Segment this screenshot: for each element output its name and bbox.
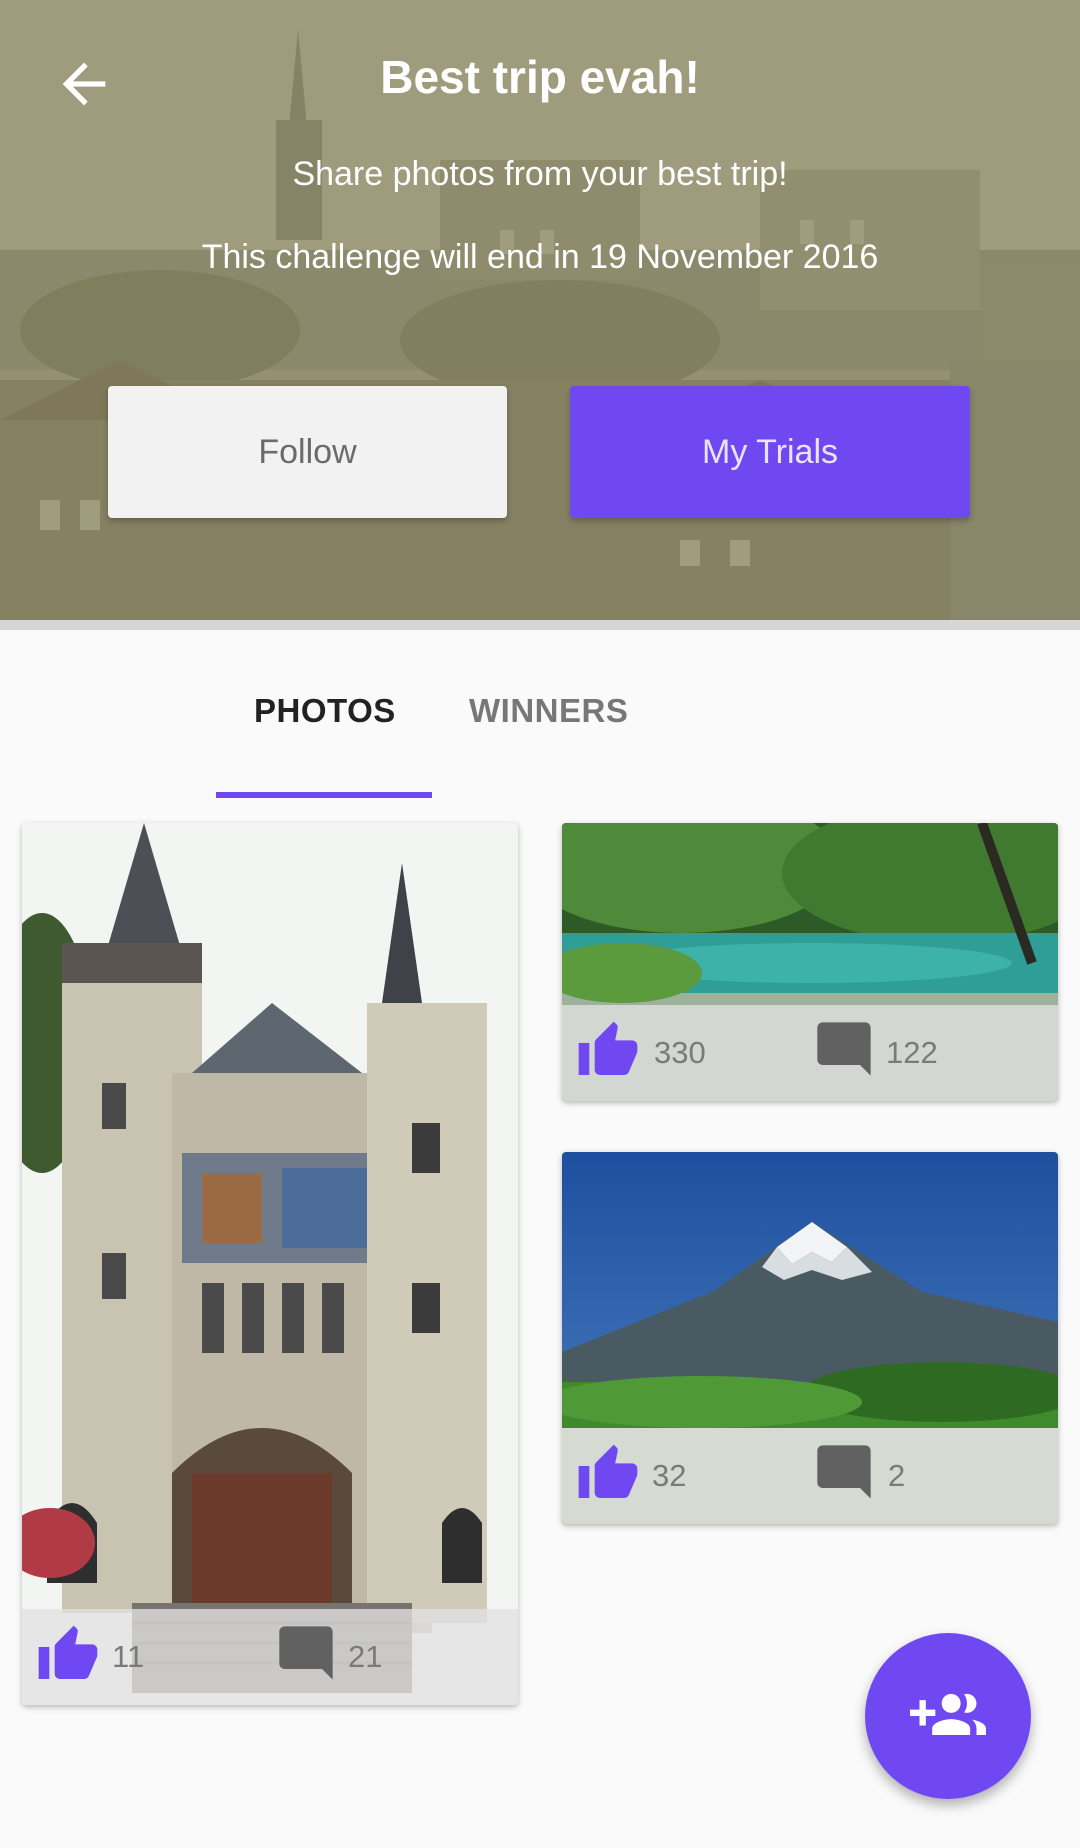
challenge-end-date: This challenge will end in 19 November 2… [201,238,879,276]
invite-friends-fab[interactable] [865,1633,1031,1799]
comment-icon[interactable] [812,1440,876,1504]
comment-icon[interactable] [812,1017,876,1081]
like-count: 32 [652,1458,687,1493]
photo-stats-bar: 11 21 [22,1609,518,1705]
thumb-up-icon[interactable] [36,1623,100,1687]
my-trials-button[interactable]: My Trials [570,386,970,518]
like-count: 330 [654,1035,706,1070]
photo-stats-bar: 32 2 [562,1428,1058,1524]
comment-count: 122 [886,1035,938,1070]
thumb-up-icon[interactable] [576,1442,640,1506]
photo-card[interactable]: 330 122 [562,823,1058,1101]
photo-stats-bar: 330 122 [562,1005,1058,1101]
thumb-up-icon[interactable] [576,1019,640,1083]
follow-button[interactable]: Follow [108,386,507,518]
photo-card[interactable]: 11 21 [22,823,518,1705]
tab-selected-indicator [216,792,432,798]
group-add-icon [910,1693,986,1735]
challenge-subtitle: Share photos from your best trip! [292,155,788,193]
photo-card[interactable]: 32 2 [562,1152,1058,1524]
challenge-title: Best trip evah! [380,51,700,103]
like-count: 11 [112,1639,145,1674]
photo-castle [22,823,518,1705]
header-divider [0,620,1080,630]
comment-count: 2 [888,1458,906,1493]
tab-winners[interactable]: WINNERS [469,692,628,730]
tab-photos[interactable]: PHOTOS [254,692,396,730]
comment-icon[interactable] [274,1621,338,1685]
challenge-header: Best trip evah! Share photos from your b… [0,0,1080,620]
comment-count: 21 [348,1639,383,1674]
